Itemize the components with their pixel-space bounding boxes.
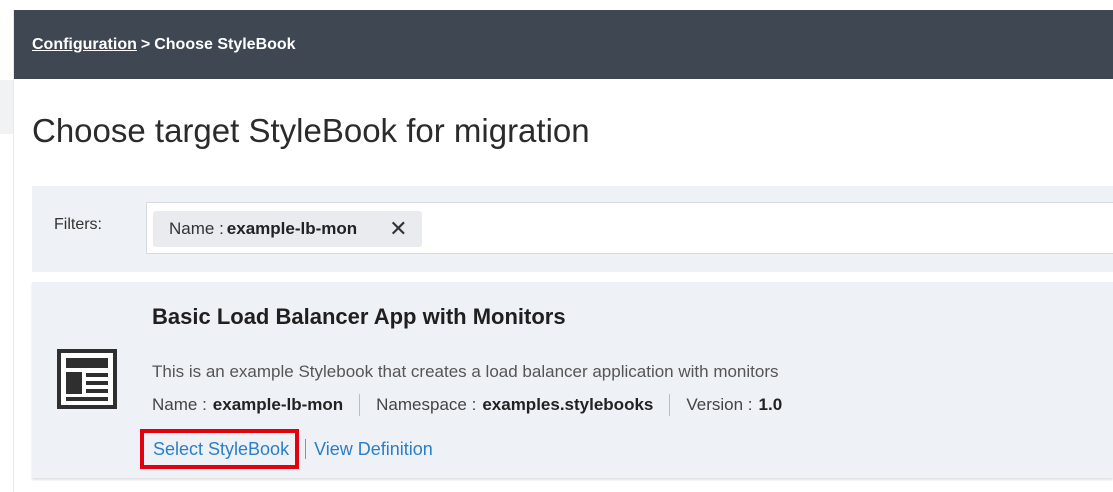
- breadcrumb: Configuration > Choose StyleBook: [32, 10, 296, 79]
- close-icon[interactable]: ✕: [389, 218, 407, 240]
- stylebook-card: Basic Load Balancer App with Monitors Th…: [32, 282, 1113, 478]
- left-gutter-shade: [0, 80, 14, 134]
- select-highlight-box: Select StyleBook: [140, 429, 300, 469]
- filter-bar: Filters: Name : example-lb-mon ✕: [32, 186, 1113, 272]
- stylebook-title: Basic Load Balancer App with Monitors: [152, 304, 566, 329]
- filter-chip-value: example-lb-mon: [226, 219, 358, 238]
- meta-version-label: Version :: [686, 395, 753, 414]
- meta-namespace-label: Namespace :: [376, 395, 477, 414]
- meta-name-label: Name :: [152, 395, 207, 414]
- meta-namespace-value: examples.stylebooks: [482, 395, 654, 414]
- view-definition-link[interactable]: View Definition: [314, 439, 433, 460]
- breadcrumb-current: Choose StyleBook: [154, 36, 296, 53]
- filters-label: Filters:: [54, 216, 102, 233]
- breadcrumb-separator: >: [140, 36, 151, 53]
- left-gutter-rule: [13, 10, 14, 492]
- stylebook-meta: Name : example-lb-mon Namespace : exampl…: [152, 394, 782, 416]
- select-stylebook-link[interactable]: Select StyleBook: [153, 439, 289, 460]
- stylebook-actions: Select StyleBook View Definition: [140, 425, 433, 473]
- page-header: Configuration > Choose StyleBook: [14, 10, 1113, 79]
- meta-name-value: example-lb-mon: [212, 395, 344, 414]
- left-gutter: [0, 10, 14, 492]
- stylebook-description: This is an example Stylebook that create…: [152, 362, 779, 381]
- page-title: Choose target StyleBook for migration: [32, 112, 590, 149]
- filter-chip-key: Name :: [169, 219, 224, 238]
- meta-divider: [359, 394, 361, 416]
- filter-chip: Name : example-lb-mon ✕: [153, 211, 422, 247]
- breadcrumb-configuration-link[interactable]: Configuration: [32, 36, 137, 53]
- top-strip: [0, 0, 1113, 10]
- filter-input[interactable]: Name : example-lb-mon ✕: [146, 202, 1113, 254]
- meta-divider: [669, 394, 671, 416]
- action-divider: [305, 439, 307, 459]
- stylebook-layout-icon: [57, 349, 117, 409]
- meta-version-value: 1.0: [758, 395, 783, 414]
